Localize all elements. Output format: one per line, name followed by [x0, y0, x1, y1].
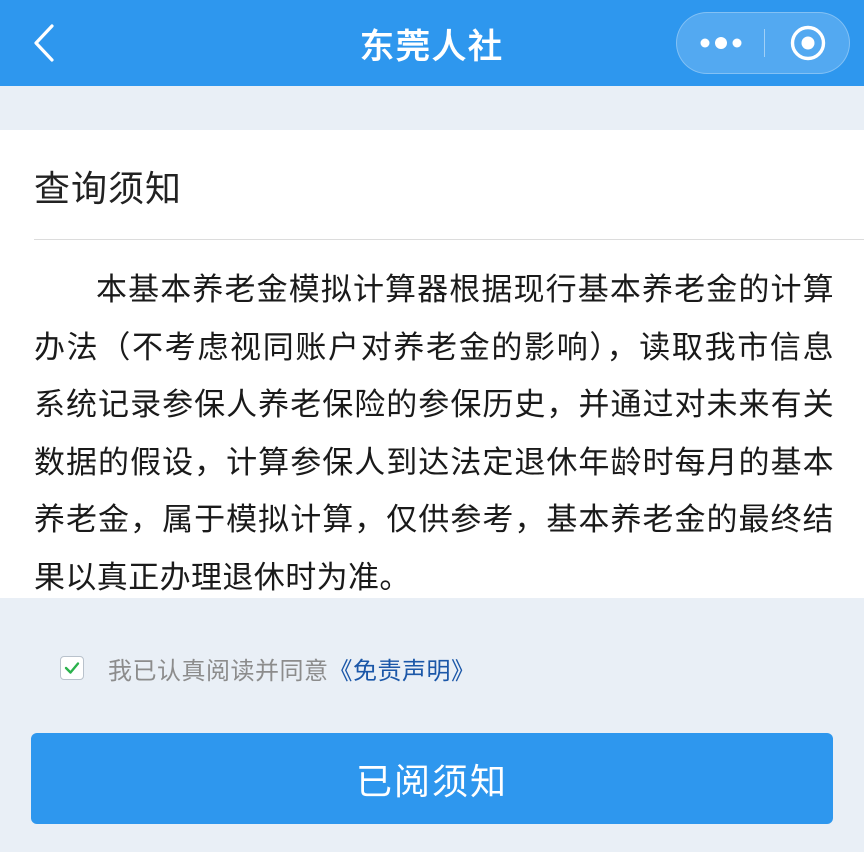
- back-button[interactable]: [22, 20, 66, 66]
- notice-title: 查询须知: [34, 169, 183, 210]
- notice-card: 查询须知 本基本养老金模拟计算器根据现行基本养老金的计算办法（不考虑视同账户对养…: [0, 130, 864, 598]
- mini-program-capsule: [676, 12, 850, 74]
- chevron-left-icon: [34, 24, 54, 62]
- more-button[interactable]: [677, 13, 764, 73]
- disclaimer-link[interactable]: 《免责声明》: [329, 651, 476, 686]
- checkmark-icon: [64, 662, 80, 674]
- notice-body: 本基本养老金模拟计算器根据现行基本养老金的计算办法（不考虑视同账户对养老金的影响…: [34, 272, 834, 596]
- agreement-row: 我已认真阅读并同意 《免责声明》: [60, 648, 476, 688]
- close-mini-program-button[interactable]: [765, 13, 851, 73]
- target-circle-icon: [790, 25, 826, 61]
- title-divider: [34, 239, 864, 240]
- confirm-read-button[interactable]: 已阅须知: [31, 733, 833, 824]
- top-nav-bar: 东莞人社: [0, 0, 864, 86]
- agreement-text: 我已认真阅读并同意: [108, 656, 329, 685]
- agreement-checkbox[interactable]: [60, 656, 84, 680]
- more-dots-icon: [700, 37, 741, 49]
- page-title: 东莞人社: [360, 26, 504, 67]
